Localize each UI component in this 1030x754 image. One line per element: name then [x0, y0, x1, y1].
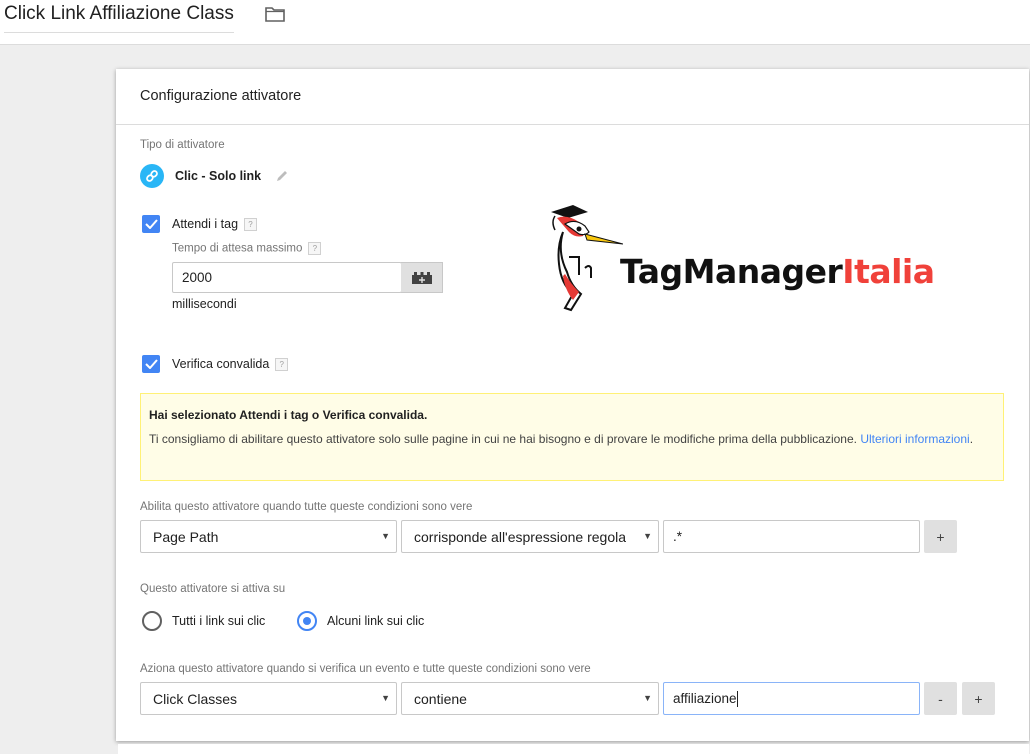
notice-period: . [969, 432, 974, 446]
pencil-icon[interactable] [275, 169, 289, 183]
milliseconds-label: millisecondi [172, 297, 237, 311]
add-enable-condition-button[interactable]: + [924, 520, 957, 553]
radio-some-link-clicks[interactable] [297, 611, 317, 631]
logo-text: TagManagerItalia [620, 252, 935, 291]
logo-text-red: Italia [842, 252, 935, 291]
radio-all-link-clicks-label[interactable]: Tutti i link sui clic [172, 614, 265, 628]
check-validation-row: Verifica convalida? [172, 357, 289, 372]
radio-all-link-clicks[interactable] [142, 611, 162, 631]
fires-on-label: Questo attivatore si attiva su [140, 583, 286, 595]
help-icon[interactable]: ? [308, 242, 322, 255]
fire-value-text: affiliazione [673, 691, 737, 706]
variable-add-icon [411, 271, 432, 284]
trigger-name-field[interactable]: Click Link Affiliazione Class [4, 2, 234, 33]
warning-notice: Hai selezionato Attendi i tag o Verifica… [140, 393, 1004, 481]
link-icon [140, 164, 164, 188]
text-cursor [736, 690, 738, 707]
max-wait-row: Tempo di attesa massimo? [172, 242, 322, 255]
top-bar: Click Link Affiliazione Class [0, 0, 1030, 45]
check-validation-label: Verifica convalida [172, 357, 270, 371]
fire-operator-value: contiene [414, 690, 467, 707]
enable-operator-select[interactable]: corrisponde all'espressione regolare ▼ [401, 520, 659, 553]
wait-for-tags-label: Attendi i tag [172, 217, 239, 231]
woodpecker-mascot-icon [551, 205, 623, 312]
help-icon[interactable]: ? [275, 358, 289, 372]
enable-variable-value: Page Path [153, 528, 219, 545]
enable-conditions-label: Abilita questo attivatore quando tutte q… [140, 501, 473, 513]
checkmark-icon [144, 359, 158, 369]
fire-value-input[interactable]: affiliazione [663, 682, 920, 715]
dropdown-arrow-icon: ▼ [381, 693, 390, 703]
dropdown-arrow-icon: ▼ [381, 531, 390, 541]
trigger-type-name: Clic - Solo link [175, 169, 262, 183]
max-wait-input[interactable]: 2000 [172, 262, 402, 293]
max-wait-label: Tempo di attesa massimo [172, 242, 303, 255]
card-header: Configurazione attivatore [116, 69, 1029, 125]
fire-operator-select[interactable]: contiene ▼ [401, 682, 659, 715]
next-card-edge [118, 744, 1029, 754]
fire-conditions-label: Aziona questo attivatore quando si verif… [140, 663, 591, 675]
notice-body: Ti consigliamo di abilitare questo attiv… [149, 432, 861, 446]
notice-heading: Hai selezionato Attendi i tag o Verifica… [149, 408, 428, 422]
logo-text-dark: TagManager [620, 252, 843, 291]
folder-icon[interactable] [265, 6, 285, 22]
radio-some-link-clicks-label[interactable]: Alcuni link sui clic [327, 614, 424, 628]
enable-value-input[interactable]: .* [663, 520, 920, 553]
wait-for-tags-row: Attendi i tag? [172, 217, 258, 232]
remove-fire-condition-button[interactable]: - [924, 682, 957, 715]
insert-variable-button[interactable] [401, 262, 443, 293]
check-validation-checkbox[interactable] [142, 355, 160, 373]
trigger-type-label: Tipo di attivatore [140, 139, 225, 151]
enable-operator-value: corrisponde all'espressione regolare [414, 528, 626, 545]
checkmark-icon [144, 219, 158, 229]
trigger-configuration-card: Configurazione attivatore Tipo di attiva… [116, 69, 1029, 741]
card-title: Configurazione attivatore [140, 88, 302, 104]
add-fire-condition-button[interactable]: + [962, 682, 995, 715]
learn-more-link[interactable]: Ulteriori informazioni [860, 432, 969, 446]
enable-variable-select[interactable]: Page Path ▼ [140, 520, 397, 553]
dropdown-arrow-icon: ▼ [643, 693, 652, 703]
fire-variable-value: Click Classes [153, 690, 238, 707]
wait-for-tags-checkbox[interactable] [142, 215, 160, 233]
help-icon[interactable]: ? [244, 218, 258, 232]
dropdown-arrow-icon: ▼ [643, 531, 652, 541]
trigger-type-selector[interactable]: Clic - Solo link [140, 164, 289, 188]
fire-variable-select[interactable]: Click Classes ▼ [140, 682, 397, 715]
tagmanageritalia-logo: TagManagerItalia [543, 202, 943, 312]
